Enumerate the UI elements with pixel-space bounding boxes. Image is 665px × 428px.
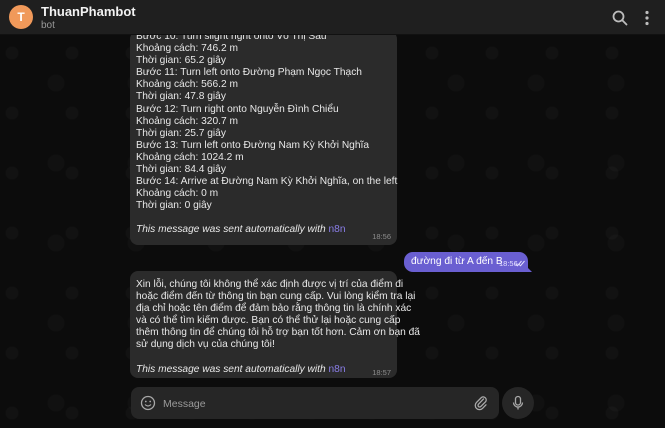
emoji-icon[interactable] [140,395,156,411]
message-line: và có thể tìm kiếm được. Bạn có thể thử … [136,315,401,327]
auto-sent-text: This message was sent automatically with [136,224,329,236]
message-line: địa chỉ hoặc tên điểm để đảm bảo rằng th… [136,303,412,315]
message-line: Thời gian: 84.4 giây [136,164,226,176]
message-line: Bước 14: Arrive at Đường Nam Kỳ Khởi Ngh… [136,176,398,188]
avatar[interactable]: T [9,5,33,29]
n8n-link[interactable]: n8n [329,224,346,235]
n8n-link[interactable]: n8n [329,364,346,375]
message-line: thêm thông tin để chúng tôi hỗ trợ bạn t… [136,327,420,339]
more-vertical-icon[interactable] [638,9,656,27]
paperclip-icon[interactable] [473,395,489,411]
bubble-tail [524,264,532,272]
message-line: Thời gian: 0 giây [136,200,212,212]
message-line: Xin lỗi, chúng tôi không thể xác định đư… [136,279,404,290]
outgoing-message-text: đường đi từ A đến B [411,256,503,267]
message-time: 18:56 [372,232,391,241]
message-bubble[interactable]: Bước 10: Turn slight right onto Võ Thị S… [130,35,397,245]
message-line: Khoảng cách: 746.2 m [136,43,238,55]
message-line: sử dụng dịch vụ của chúng tôi! [136,339,275,351]
message-line: Bước 11: Turn left onto Đường Phạm Ngọc … [136,67,362,79]
microphone-button[interactable] [502,387,534,419]
auto-sent-text: This message was sent automatically with [136,363,329,375]
auto-sent-note: This message was sent automatically with… [136,224,391,236]
message-line: Khoảng cách: 1024.2 m [136,151,244,163]
message-line: Bước 10: Turn slight right onto Võ Thị S… [136,35,327,42]
message-line: hoặc điểm đến từ thông tin bạn cung cấp.… [136,291,416,303]
search-icon[interactable] [611,9,629,27]
message-composer [131,387,499,419]
message-line: Khoảng cách: 0 m [136,188,219,200]
chat-area[interactable]: Bước 10: Turn slight right onto Võ Thị S… [0,35,665,428]
auto-sent-note: This message was sent automatically with… [136,364,391,376]
message-line: Khoảng cách: 320.7 m [136,115,238,127]
microphone-icon [512,395,524,410]
chat-title[interactable]: ThuanPhambot [41,4,136,19]
message-line: Bước 13: Turn left onto Đường Nam Kỳ Khở… [136,139,370,151]
message-line: Thời gian: 47.8 giây [136,91,226,103]
message-bubble[interactable]: Xin lỗi, chúng tôi không thể xác định đư… [130,271,420,378]
message-line: Bước 12: Turn right onto Nguyễn Đình Chi… [136,103,339,115]
message-time: 18:57 [372,368,391,377]
chat-subtitle: bot [41,20,55,31]
message-input[interactable] [161,393,465,415]
message-line: Thời gian: 65.2 giây [136,55,226,67]
outgoing-message-bubble[interactable]: đường đi từ A đến B 18:56 [404,252,528,272]
message-line: Thời gian: 25.7 giây [136,127,226,139]
chat-header: T ThuanPhambot bot [0,0,665,35]
message-line: Khoảng cách: 566.2 m [136,79,238,91]
